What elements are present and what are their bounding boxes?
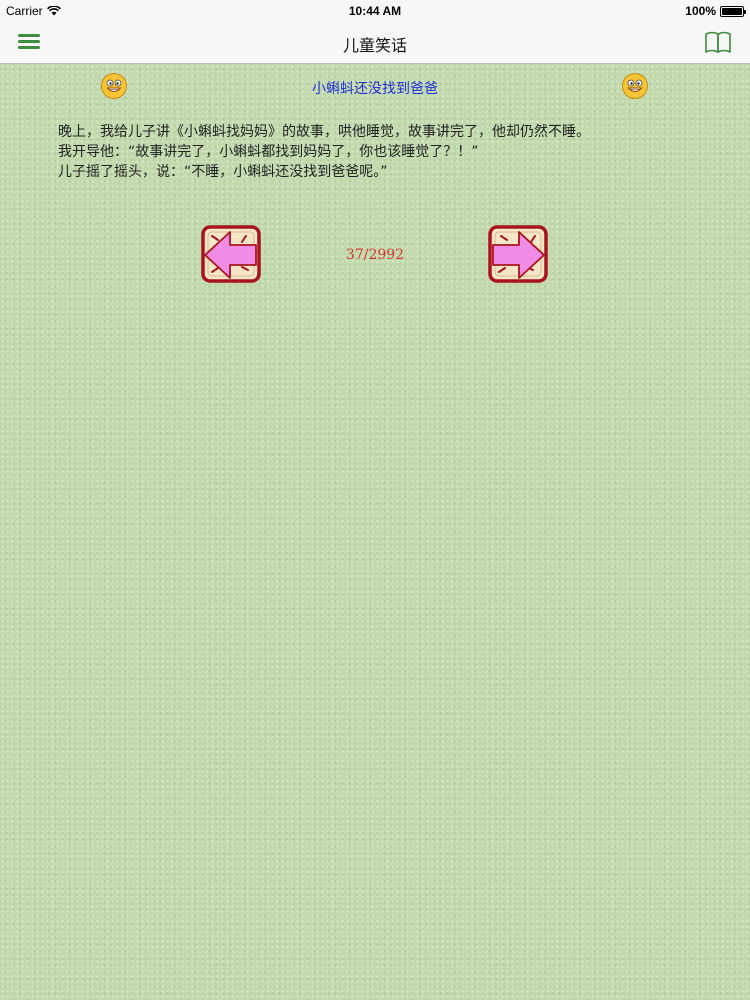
smiley-face-icon bbox=[622, 73, 648, 99]
status-right: 100% bbox=[685, 4, 746, 18]
content-area: 小蝌蚪还没找到爸爸 晚上，我给儿子讲《小蝌蚪找妈妈》的故事，哄他睡觉，故事讲完了… bbox=[0, 64, 750, 1000]
battery-percent: 100% bbox=[685, 4, 716, 18]
previous-page-button[interactable] bbox=[200, 224, 262, 284]
navigation-bar: 儿童笑话 bbox=[0, 22, 750, 64]
story-line: 我开导他：“故事讲完了，小蝌蚪都找到妈妈了，你也该睡觉了？！” bbox=[58, 144, 479, 160]
page-counter: 37/2992 bbox=[345, 247, 405, 263]
book-icon bbox=[705, 31, 731, 53]
page-title: 儿童笑话 bbox=[342, 36, 407, 55]
status-time: 10:44 AM bbox=[348, 4, 402, 18]
next-page-button[interactable] bbox=[487, 224, 549, 284]
book-button[interactable] bbox=[704, 28, 732, 56]
story-line: 儿子摇了摇头，说：“不睡，小蝌蚪还没找到爸爸呢。” bbox=[58, 164, 388, 180]
story-line: 晚上，我给儿子讲《小蝌蚪找妈妈》的故事，哄他睡觉，故事讲完了，他却仍然不睡。 bbox=[58, 124, 590, 140]
battery-icon bbox=[720, 5, 746, 17]
battery-fill bbox=[722, 7, 742, 15]
story-body: 晚上，我给儿子讲《小蝌蚪找妈妈》的故事，哄他睡觉，故事讲完了，他却仍然不睡。 我… bbox=[58, 122, 708, 182]
status-bar: Carrier 10:44 AM 100% bbox=[0, 0, 750, 22]
